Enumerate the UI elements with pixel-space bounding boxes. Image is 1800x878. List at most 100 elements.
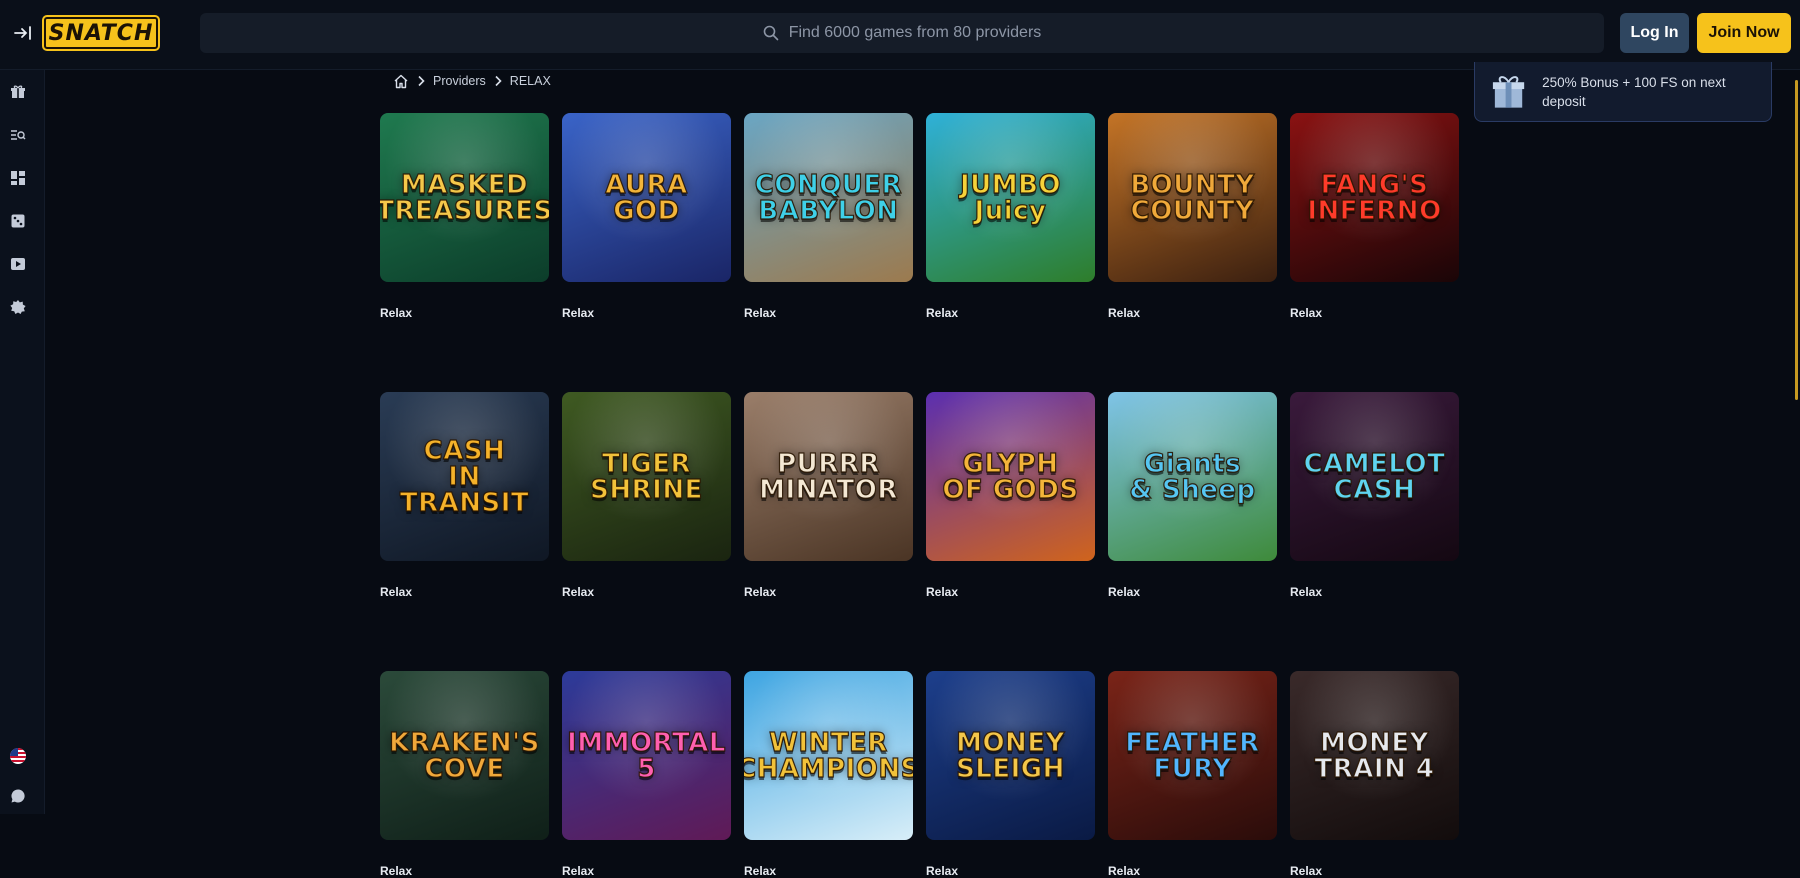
login-button[interactable]: Log In <box>1620 13 1689 53</box>
game-card[interactable]: GLYPH OF GODS Relax <box>926 392 1095 599</box>
game-thumbnail[interactable]: WINTER CHAMPIONS <box>744 671 913 840</box>
game-card[interactable]: PURRR MINATOR Relax <box>744 392 913 599</box>
game-title: FANG'S INFERNO <box>1307 169 1442 226</box>
game-card[interactable]: Giants & Sheep Relax <box>1108 392 1277 599</box>
play-icon[interactable] <box>6 252 30 276</box>
search-icon <box>763 25 779 41</box>
left-rail <box>0 70 45 814</box>
join-now-button[interactable]: Join Now <box>1697 13 1791 53</box>
us-flag-icon[interactable] <box>6 744 30 768</box>
game-provider: Relax <box>1108 585 1141 599</box>
chat-icon[interactable] <box>6 784 30 808</box>
game-title: FEATHER FURY <box>1125 727 1260 784</box>
bonus-text: 250% Bonus + 100 FS on next deposit <box>1542 74 1726 109</box>
game-thumbnail[interactable]: KRAKEN'S COVE <box>380 671 549 840</box>
game-grid: MASKED TREASURES Relax AURA GOD Relax CONQUE… <box>380 113 1460 878</box>
game-thumbnail[interactable]: FEATHER FURY <box>1108 671 1277 840</box>
game-title: IMMORTAL 5 <box>567 727 726 784</box>
game-card[interactable]: CASH IN TRANSIT Relax <box>380 392 549 599</box>
game-provider: Relax <box>744 585 777 599</box>
game-provider: Relax <box>744 306 777 320</box>
top-bar: SNATCH Find 6000 games from 80 providers… <box>0 0 1800 70</box>
game-card[interactable]: AURA GOD Relax <box>562 113 731 320</box>
game-title: PURRR MINATOR <box>759 448 898 505</box>
game-card[interactable]: KRAKEN'S COVE Relax <box>380 671 549 878</box>
game-title: MASKED TREASURES <box>380 169 549 226</box>
game-provider: Relax <box>1108 306 1141 320</box>
game-card[interactable]: MASKED TREASURES Relax <box>380 113 549 320</box>
search-list-icon[interactable] <box>6 123 30 147</box>
search-placeholder: Find 6000 games from 80 providers <box>788 24 1042 41</box>
search-bar[interactable]: Find 6000 games from 80 providers <box>200 13 1604 53</box>
game-provider: Relax <box>926 864 959 878</box>
game-provider: Relax <box>380 864 413 878</box>
badge-icon[interactable] <box>6 295 30 319</box>
game-title: CONQUER BABYLON <box>754 169 903 226</box>
game-provider: Relax <box>380 585 413 599</box>
game-card[interactable]: FANG'S INFERNO Relax <box>1290 113 1459 320</box>
game-thumbnail[interactable]: AURA GOD <box>562 113 731 282</box>
game-thumbnail[interactable]: MASKED TREASURES <box>380 113 549 282</box>
game-card[interactable]: MONEY SLEIGH Relax <box>926 671 1095 878</box>
game-thumbnail[interactable]: GLYPH OF GODS <box>926 392 1095 561</box>
game-provider: Relax <box>926 585 959 599</box>
game-thumbnail[interactable]: Giants & Sheep <box>1108 392 1277 561</box>
scrollbar-thumb[interactable] <box>1795 80 1798 400</box>
game-title: JUMBO Juicy <box>959 169 1062 226</box>
game-title: BOUNTY COUNTY <box>1130 169 1255 226</box>
game-provider: Relax <box>744 864 777 878</box>
dice-icon[interactable] <box>6 209 30 233</box>
game-card[interactable]: BOUNTY COUNTY Relax <box>1108 113 1277 320</box>
game-title: MONEY TRAIN 4 <box>1314 727 1435 784</box>
game-thumbnail[interactable]: MONEY TRAIN 4 <box>1290 671 1459 840</box>
breadcrumb-providers[interactable]: Providers <box>433 74 486 88</box>
game-title: WINTER CHAMPIONS <box>744 727 913 784</box>
game-thumbnail[interactable]: IMMORTAL 5 <box>562 671 731 840</box>
gift-icon[interactable] <box>6 80 30 104</box>
home-icon[interactable] <box>393 74 409 89</box>
game-title: TIGER SHRINE <box>590 448 703 505</box>
game-title: AURA GOD <box>605 169 688 226</box>
game-card[interactable]: MONEY TRAIN 4 Relax <box>1290 671 1459 878</box>
game-title: Giants & Sheep <box>1129 448 1256 505</box>
chevron-right-icon <box>495 75 502 87</box>
game-thumbnail[interactable]: MONEY SLEIGH <box>926 671 1095 840</box>
game-provider: Relax <box>1290 585 1323 599</box>
game-title: GLYPH OF GODS <box>942 448 1079 505</box>
breadcrumb: Providers RELAX <box>393 72 551 90</box>
game-provider: Relax <box>562 864 595 878</box>
game-provider: Relax <box>562 306 595 320</box>
chevron-right-icon <box>418 75 425 87</box>
game-card[interactable]: JUMBO Juicy Relax <box>926 113 1095 320</box>
game-title: CAMELOT CASH <box>1303 448 1446 505</box>
game-title: CASH IN TRANSIT <box>399 435 530 518</box>
game-card[interactable]: TIGER SHRINE Relax <box>562 392 731 599</box>
game-card[interactable]: CAMELOT CASH Relax <box>1290 392 1459 599</box>
game-card[interactable]: IMMORTAL 5 Relax <box>562 671 731 878</box>
game-thumbnail[interactable]: CASH IN TRANSIT <box>380 392 549 561</box>
game-provider: Relax <box>1290 306 1323 320</box>
gift-box-icon <box>1492 75 1525 108</box>
game-thumbnail[interactable]: CONQUER BABYLON <box>744 113 913 282</box>
game-provider: Relax <box>926 306 959 320</box>
game-thumbnail[interactable]: JUMBO Juicy <box>926 113 1095 282</box>
grid-icon[interactable] <box>6 166 30 190</box>
snatch-logo[interactable]: SNATCH <box>44 17 158 49</box>
game-provider: Relax <box>1290 864 1323 878</box>
game-card[interactable]: CONQUER BABYLON Relax <box>744 113 913 320</box>
game-provider: Relax <box>1108 864 1141 878</box>
game-title: KRAKEN'S COVE <box>389 727 540 784</box>
game-thumbnail[interactable]: CAMELOT CASH <box>1290 392 1459 561</box>
game-thumbnail[interactable]: BOUNTY COUNTY <box>1108 113 1277 282</box>
game-thumbnail[interactable]: FANG'S INFERNO <box>1290 113 1459 282</box>
game-thumbnail[interactable]: TIGER SHRINE <box>562 392 731 561</box>
game-provider: Relax <box>380 306 413 320</box>
game-card[interactable]: WINTER CHAMPIONS Relax <box>744 671 913 878</box>
game-card[interactable]: FEATHER FURY Relax <box>1108 671 1277 878</box>
collapse-sidebar-icon[interactable] <box>8 18 38 48</box>
bonus-notification[interactable]: 250% Bonus + 100 FS on next deposit <box>1474 62 1772 122</box>
game-thumbnail[interactable]: PURRR MINATOR <box>744 392 913 561</box>
logo-text: SNATCH <box>48 20 154 46</box>
game-provider: Relax <box>562 585 595 599</box>
game-title: MONEY SLEIGH <box>955 727 1065 784</box>
